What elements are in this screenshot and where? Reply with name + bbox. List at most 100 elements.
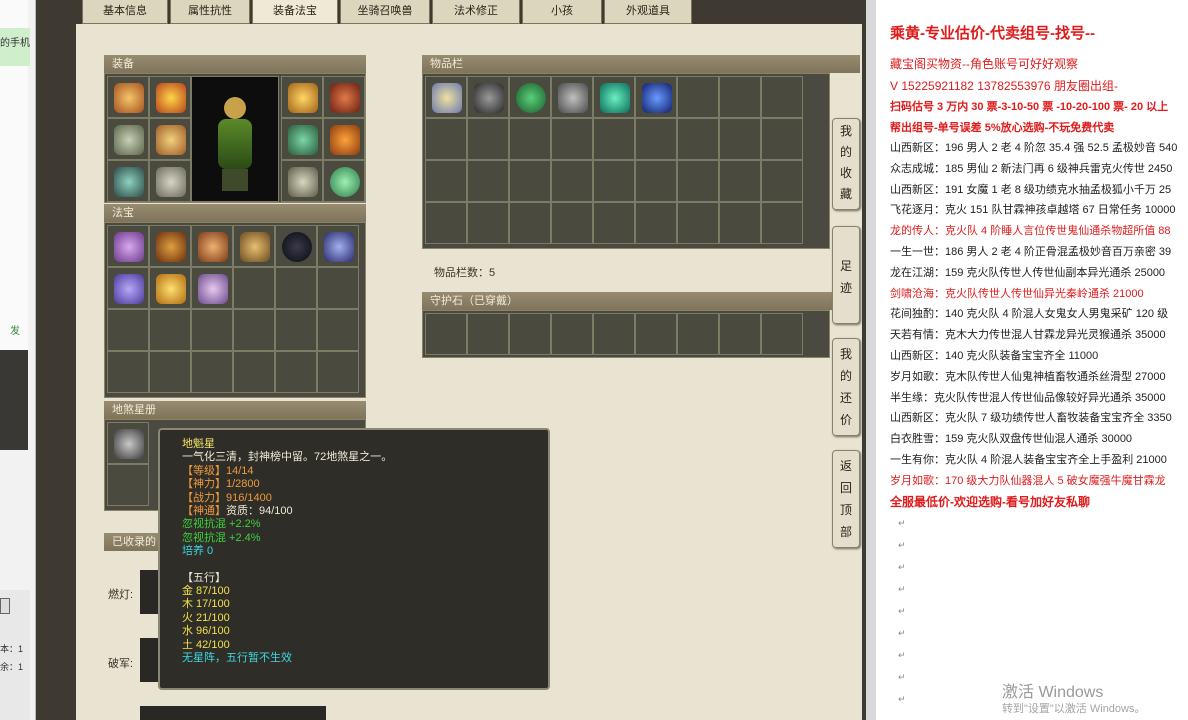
equip-slot[interactable] (323, 118, 365, 160)
fabao-slot-empty[interactable] (191, 351, 233, 393)
my-counteroffer-button[interactable]: 我的还价 (832, 338, 860, 436)
inventory-slot-empty[interactable] (509, 202, 551, 244)
inventory-slot-empty[interactable] (677, 118, 719, 160)
inventory-slot[interactable] (551, 76, 593, 118)
guardian-slot[interactable] (719, 313, 761, 355)
fabao-slot[interactable] (149, 225, 191, 267)
fabao-slot[interactable] (191, 225, 233, 267)
guardian-slot[interactable] (635, 313, 677, 355)
inventory-slot-empty[interactable] (719, 202, 761, 244)
inventory-slot-empty[interactable] (425, 160, 467, 202)
back-to-top-button[interactable]: 返回顶部 (832, 450, 860, 548)
inventory-slot-empty[interactable] (467, 160, 509, 202)
inventory-slot[interactable] (467, 76, 509, 118)
footprint-button[interactable]: 足迹 (832, 226, 860, 324)
disha-slot[interactable] (107, 422, 149, 464)
tab-mounts[interactable]: 坐骑召唤兽 (340, 0, 430, 24)
fabao-slot-empty[interactable] (275, 267, 317, 309)
guardian-slot[interactable] (761, 313, 803, 355)
equip-slot[interactable] (107, 118, 149, 160)
inventory-slot-empty[interactable] (677, 202, 719, 244)
inventory-slot-empty[interactable] (425, 118, 467, 160)
tab-attributes[interactable]: 属性抗性 (170, 0, 250, 24)
equip-slot[interactable] (323, 76, 365, 118)
fabao-slot-empty[interactable] (275, 309, 317, 351)
guardian-slot[interactable] (425, 313, 467, 355)
fabao-slot-empty[interactable] (107, 309, 149, 351)
equip-slot[interactable] (281, 76, 323, 118)
inventory-slot-empty[interactable] (719, 118, 761, 160)
left-checkbox[interactable] (0, 598, 10, 614)
inventory-slot-empty[interactable] (719, 160, 761, 202)
equip-slot[interactable] (323, 160, 365, 202)
fabao-slot[interactable] (191, 267, 233, 309)
tab-spells[interactable]: 法术修正 (432, 0, 520, 24)
inventory-slot-empty[interactable] (593, 202, 635, 244)
inventory-slot[interactable] (593, 76, 635, 118)
collected-row-3[interactable] (140, 706, 326, 720)
inventory-slot-empty[interactable] (761, 160, 803, 202)
inventory-slot[interactable] (635, 76, 677, 118)
inventory-slot-empty[interactable] (719, 76, 761, 118)
tab-child[interactable]: 小孩 (522, 0, 602, 24)
inventory-slot-empty[interactable] (467, 202, 509, 244)
fabao-slot-empty[interactable] (233, 309, 275, 351)
guardian-slot[interactable] (509, 313, 551, 355)
fabao-slot-empty[interactable] (149, 309, 191, 351)
fabao-slot-empty[interactable] (233, 267, 275, 309)
guardian-slot[interactable] (677, 313, 719, 355)
fabao-slot-empty[interactable] (149, 351, 191, 393)
my-favorites-button[interactable]: 我的收藏 (832, 118, 860, 210)
inventory-slot-empty[interactable] (467, 118, 509, 160)
inventory-slot-empty[interactable] (677, 76, 719, 118)
fabao-slot[interactable] (317, 225, 359, 267)
guardian-slot[interactable] (551, 313, 593, 355)
inventory-slot-empty[interactable] (677, 160, 719, 202)
inventory-slot-empty[interactable] (593, 160, 635, 202)
inventory-slot-empty[interactable] (635, 202, 677, 244)
inventory-slot[interactable] (509, 76, 551, 118)
equip-slot[interactable] (107, 76, 149, 118)
equip-slot[interactable] (149, 118, 191, 160)
fabao-slot[interactable] (107, 267, 149, 309)
fabao-slot[interactable] (275, 225, 317, 267)
inventory-slot-empty[interactable] (551, 202, 593, 244)
equip-slot[interactable] (149, 76, 191, 118)
equip-slot[interactable] (149, 160, 191, 202)
inventory-slot-empty[interactable] (509, 118, 551, 160)
section-equipment-title: 装备 (104, 55, 366, 73)
inventory-slot-empty[interactable] (635, 118, 677, 160)
fabao-slot-empty[interactable] (317, 267, 359, 309)
disha-slot-empty[interactable] (107, 464, 149, 506)
equip-slot[interactable] (281, 118, 323, 160)
inventory-slot-empty[interactable] (761, 76, 803, 118)
collected-portrait-2[interactable] (140, 638, 160, 682)
fabao-slot[interactable] (107, 225, 149, 267)
inventory-slot-empty[interactable] (425, 202, 467, 244)
fabao-slot[interactable] (149, 267, 191, 309)
fabao-slot-empty[interactable] (107, 351, 149, 393)
inventory-slot-empty[interactable] (761, 202, 803, 244)
fabao-slot-empty[interactable] (233, 351, 275, 393)
collected-portrait-1[interactable] (140, 570, 160, 614)
inventory-slot-empty[interactable] (551, 160, 593, 202)
guardian-slot[interactable] (467, 313, 509, 355)
fabao-slot[interactable] (233, 225, 275, 267)
tab-basic-info[interactable]: 基本信息 (82, 0, 168, 24)
fabao-slot-empty[interactable] (317, 351, 359, 393)
guardian-slot[interactable] (593, 313, 635, 355)
inventory-slot-empty[interactable] (593, 118, 635, 160)
fabao-slot-empty[interactable] (191, 309, 233, 351)
fabao-slot-empty[interactable] (317, 309, 359, 351)
inventory-slot[interactable] (425, 76, 467, 118)
tab-appearance[interactable]: 外观道具 (604, 0, 692, 24)
equip-slot[interactable] (281, 160, 323, 202)
fabao-slot-empty[interactable] (275, 351, 317, 393)
tab-equipment[interactable]: 装备法宝 (252, 0, 338, 24)
inventory-slot-empty[interactable] (635, 160, 677, 202)
inventory-slot-empty[interactable] (761, 118, 803, 160)
equip-slot[interactable] (107, 160, 149, 202)
left-link[interactable]: 发 (10, 322, 20, 337)
inventory-slot-empty[interactable] (551, 118, 593, 160)
inventory-slot-empty[interactable] (509, 160, 551, 202)
